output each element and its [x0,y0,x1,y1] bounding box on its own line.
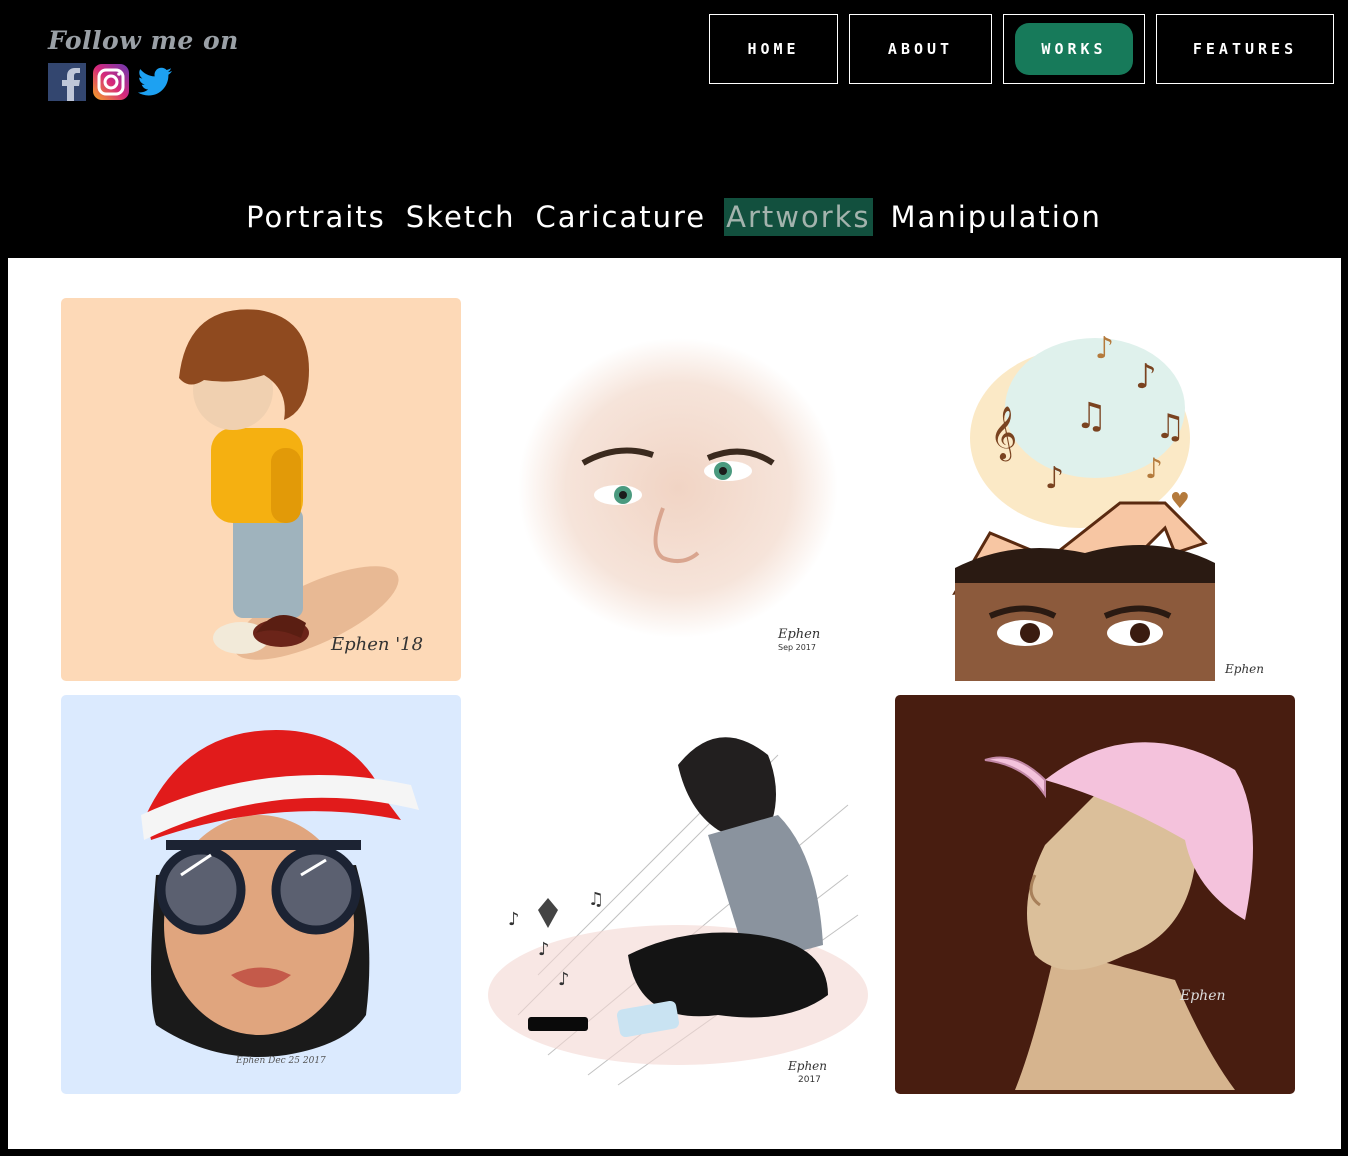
svg-text:Ephen Dec 25 2017: Ephen Dec 25 2017 [235,1056,326,1066]
instagram-icon[interactable] [92,63,130,101]
svg-text:♫: ♫ [1155,407,1185,447]
artwork-boy-yellow-hoodie[interactable]: Ephen '18 [61,298,461,681]
nav-label: FEATURES [1192,40,1298,58]
svg-text:Sep 2017: Sep 2017 [778,643,816,652]
svg-text:♪: ♪ [538,939,550,960]
nav-about[interactable]: ABOUT [849,14,992,84]
twitter-icon[interactable] [136,63,174,101]
category-tabs: Portraits Sketch Caricature Artworks Man… [0,198,1348,236]
svg-text:♪: ♪ [558,969,570,990]
main-nav: HOME ABOUT WORKS FEATURES [709,14,1334,84]
svg-text:Ephen: Ephen [1179,988,1226,1004]
nav-label: WORKS [1015,23,1133,75]
tab-artworks[interactable]: Artworks [724,198,873,236]
nav-works[interactable]: WORKS [1003,14,1145,84]
svg-text:♪: ♪ [1135,357,1157,397]
svg-text:♪: ♪ [1045,461,1064,496]
tab-caricature[interactable]: Caricature [534,198,709,236]
nav-features[interactable]: FEATURES [1156,14,1334,84]
svg-text:Ephen '18: Ephen '18 [330,634,423,655]
svg-text:♫: ♫ [1075,396,1107,437]
tab-portraits[interactable]: Portraits [244,198,388,236]
svg-text:Ephen: Ephen [1224,662,1264,676]
svg-text:Ephen: Ephen [777,627,820,642]
artwork-watercolor-face[interactable]: Ephen Sep 2017 [478,298,878,681]
nav-label: HOME [747,40,800,58]
gallery-grid: Ephen '18 Ephen Sep 2017 𝄞 ♫ ♪ ♫ ♪ ♪ ♪ ♥… [8,258,1341,1149]
artwork-sad-sitting-boy[interactable]: ♪ ♫ ♪ ♪ Ephen 2017 [478,695,878,1094]
nav-home[interactable]: HOME [709,14,838,84]
svg-text:♪: ♪ [1095,331,1114,366]
nav-label: ABOUT [887,40,954,58]
tab-manipulation[interactable]: Manipulation [889,198,1104,236]
artwork-music-head[interactable]: 𝄞 ♫ ♪ ♫ ♪ ♪ ♪ ♥ Ephen [895,298,1295,681]
follow-text: Follow me on [48,26,239,55]
social-links [48,63,174,101]
svg-text:♪: ♪ [1145,452,1163,485]
tab-sketch[interactable]: Sketch [404,198,518,236]
svg-text:♪: ♪ [508,909,520,930]
artwork-pink-cap-profile[interactable]: Ephen [895,695,1295,1094]
svg-text:2017: 2017 [798,1075,821,1085]
svg-text:♫: ♫ [588,889,604,910]
facebook-icon[interactable] [48,63,86,101]
artwork-santa-hat-girl[interactable]: Ephen Dec 25 2017 [61,695,461,1094]
svg-text:Ephen: Ephen [787,1059,827,1073]
svg-text:𝄞: 𝄞 [990,405,1017,461]
